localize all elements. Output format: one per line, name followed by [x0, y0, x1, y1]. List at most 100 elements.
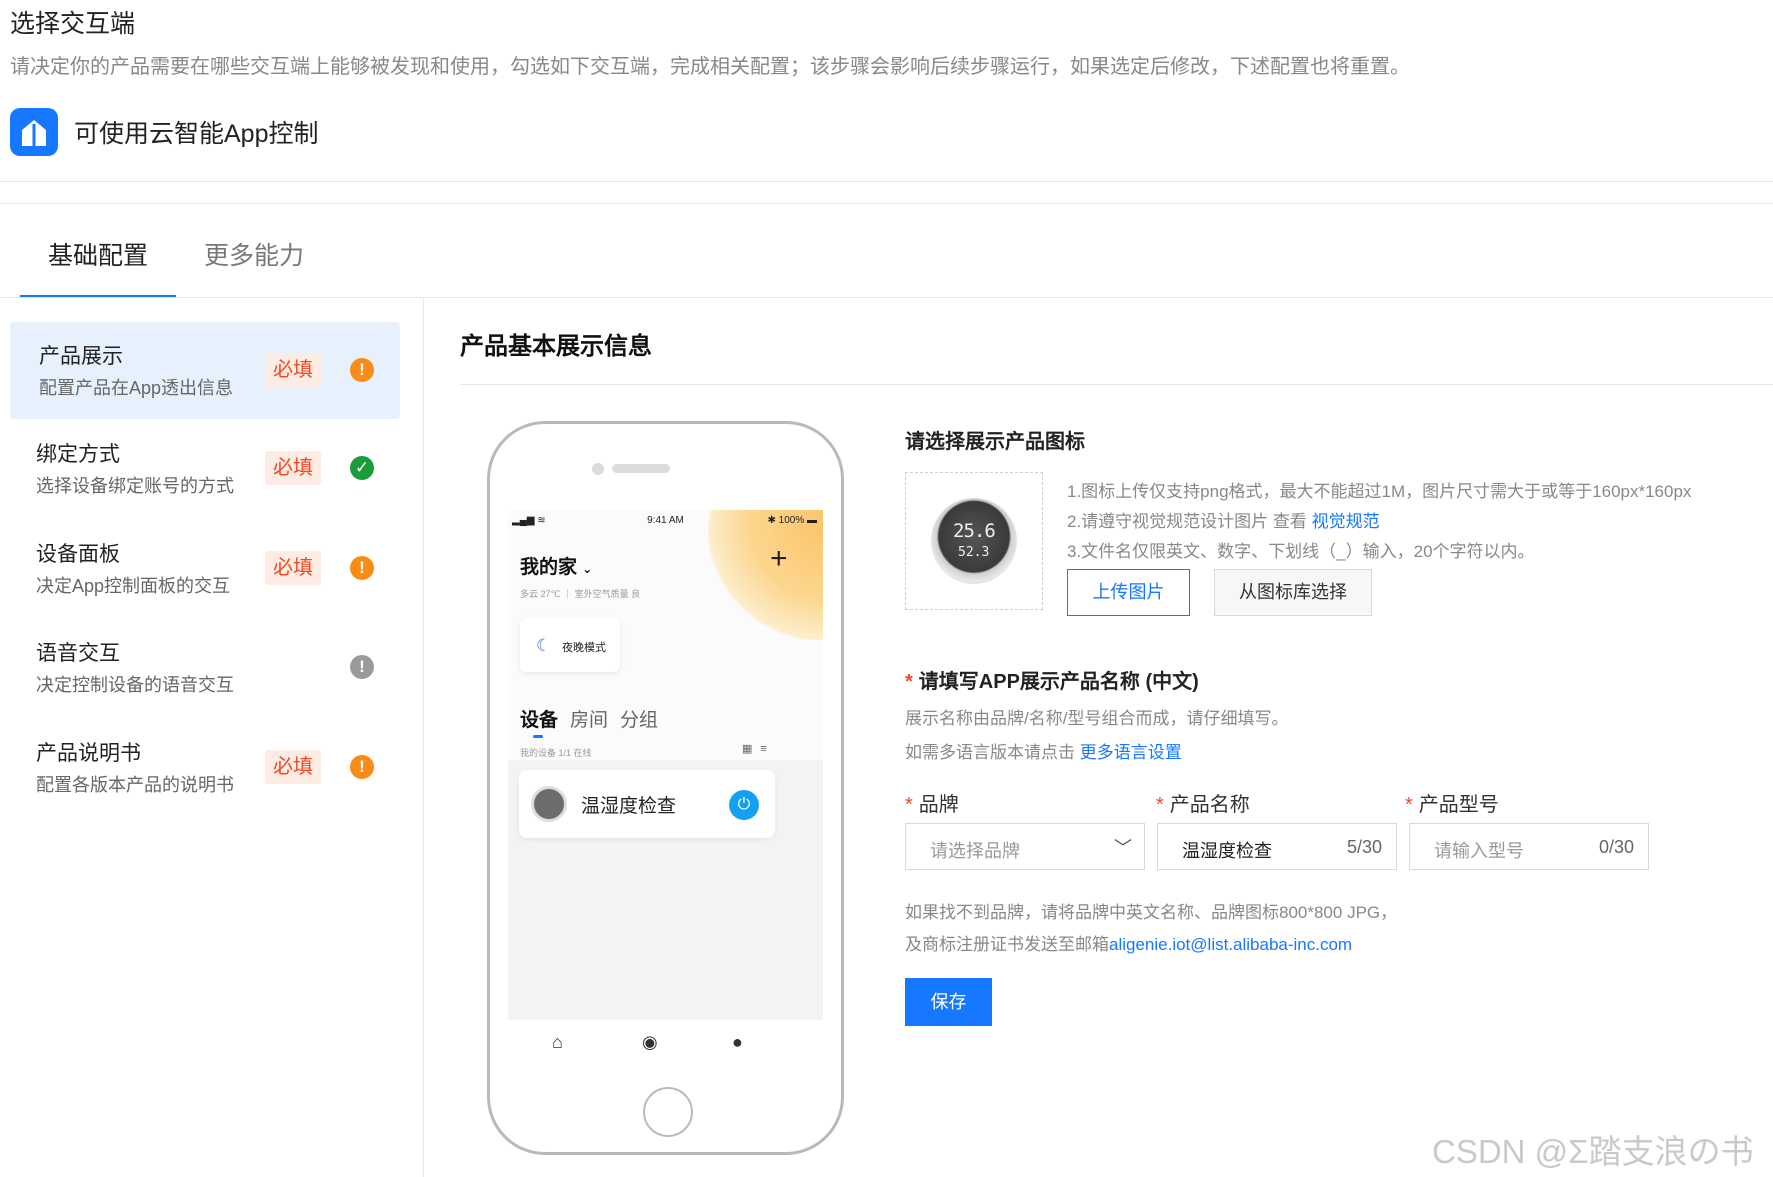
weather-text: 多云 27℃ ｜ 室外空气质量 良 — [520, 589, 641, 599]
scene-card: ☾ 夜晚模式 — [520, 618, 620, 672]
sidebar-item-product-display[interactable]: 产品展示 配置产品在App透出信息 必填 ! — [10, 322, 400, 419]
divider — [0, 181, 1773, 182]
char-counter: 0/30 — [1598, 837, 1634, 857]
brand-help-1: 如果找不到品牌，请将品牌中英文名称、品牌图标800*800 JPG， — [905, 903, 1398, 922]
info-gray-icon: ! — [350, 655, 374, 679]
battery-text: 100% — [778, 515, 805, 526]
chevron-down-icon: ﹀ — [1114, 838, 1132, 858]
sidebar-divider — [423, 298, 424, 1177]
required-asterisk: * — [905, 671, 913, 693]
house-icon — [10, 108, 58, 156]
product-name-value: 温湿度检查 — [1182, 841, 1272, 861]
required-asterisk: * — [1156, 794, 1164, 816]
gauge-humidity: 52.3 — [958, 545, 990, 560]
status-bar: ▂▄▆ ≋ 9:41 AM ✱ 100% ▬ — [508, 513, 823, 529]
warning-icon: ! — [350, 755, 374, 779]
phone-preview: ▂▄▆ ≋ 9:41 AM ✱ 100% ▬ 我的家 ⌄ 多云 27℃ ｜ 室外… — [487, 421, 844, 1155]
warning-icon: ! — [350, 556, 374, 580]
tab-basic-config[interactable]: 基础配置 — [20, 226, 177, 298]
visual-guideline-link[interactable]: 视觉规范 — [1312, 512, 1380, 531]
watermark: CSDN @Σ踏支浪の书 — [1432, 1133, 1754, 1170]
divider — [0, 297, 1773, 298]
name-section-title: * 请填写APP展示产品名称 (中文) — [905, 665, 1199, 694]
brand-help-2: 及商标注册证书发送至邮箱aligenie.iot@list.alibaba-in… — [905, 930, 1352, 955]
model-label: * 产品型号 — [1405, 788, 1499, 817]
choose-from-library-button[interactable]: 从图标库选择 — [1214, 569, 1372, 616]
power-icon: ⏻ — [729, 790, 759, 820]
device-name: 温湿度检查 — [581, 796, 677, 817]
char-counter: 5/30 — [1346, 837, 1382, 857]
sidebar-item-voice[interactable]: 语音交互 决定控制设备的语音交互 ! — [10, 619, 400, 716]
home-name: 我的家 ⌄ — [520, 552, 592, 579]
device-tab: 分组 — [620, 710, 659, 731]
chevron-down-icon: ⌄ — [582, 562, 593, 576]
device-count: 我的设备 1/1 在线 — [520, 748, 592, 758]
sidebar-item-subtitle: 配置各版本产品的说明书 — [36, 775, 234, 795]
sidebar-item-title: 设备面板 — [36, 543, 120, 566]
required-tag: 必填 — [265, 353, 321, 387]
icon-rule-2: 2.请遵守视觉规范设计图片 查看 视觉规范 — [1067, 507, 1380, 532]
phone-screen: ▂▄▆ ≋ 9:41 AM ✱ 100% ▬ 我的家 ⌄ 多云 27℃ ｜ 室外… — [508, 510, 823, 1071]
page-title: 选择交互端 — [10, 10, 136, 38]
product-icon-preview: 25.6 52.3 — [905, 472, 1043, 610]
icon-rule-1: 1.图标上传仅支持png格式，最大不能超过1M，图片尺寸需大于或等于160px*… — [1067, 482, 1692, 501]
product-name-input[interactable]: 温湿度检查 5/30 — [1157, 823, 1397, 870]
product-name-label-text: 产品名称 — [1169, 794, 1250, 816]
sidebar-item-subtitle: 配置产品在App透出信息 — [39, 378, 234, 398]
model-label-text: 产品型号 — [1418, 794, 1499, 816]
tab-more-capabilities[interactable]: 更多能力 — [176, 226, 332, 298]
upload-image-button[interactable]: 上传图片 — [1067, 569, 1190, 616]
discover-nav-icon: ◉ — [642, 1032, 658, 1052]
bottom-nav: ⌂ ◉ ● — [508, 1020, 823, 1071]
divider — [0, 203, 1773, 204]
brand-select[interactable]: 请选择品牌 ﹀ — [905, 823, 1145, 870]
sidebar-item-device-panel[interactable]: 设备面板 决定App控制面板的交互 必填 ! — [10, 520, 400, 617]
model-input[interactable]: 请输入型号 0/30 — [1409, 823, 1649, 870]
sidebar-item-subtitle: 决定App控制面板的交互 — [36, 576, 231, 596]
device-card: 温湿度检查 ⏻ — [519, 770, 775, 838]
device-tab: 设备 — [520, 705, 558, 738]
phone-home-button — [643, 1087, 693, 1137]
sidebar-item-binding[interactable]: 绑定方式 选择设备绑定账号的方式 必填 ✓ — [10, 420, 400, 517]
model-placeholder: 请输入型号 — [1434, 841, 1524, 861]
required-tag: 必填 — [265, 551, 321, 585]
brand-label: * 品牌 — [905, 788, 959, 817]
view-toggle-icon: ▦≡ — [742, 743, 775, 755]
sidebar-item-title: 语音交互 — [36, 642, 120, 665]
divider — [460, 384, 1773, 385]
email-link[interactable]: aligenie.iot@list.alibaba-inc.com — [1109, 935, 1352, 954]
config-tabs: 基础配置 更多能力 — [20, 226, 332, 298]
name-hint-1: 展示名称由品牌/名称/型号组合而成，请仔细填写。 — [905, 709, 1289, 728]
save-button[interactable]: 保存 — [905, 978, 992, 1026]
home-name-text: 我的家 — [520, 557, 578, 578]
gauge-temperature: 25.6 — [953, 520, 996, 542]
interaction-endpoint-row[interactable]: 可使用云智能App控制 — [10, 108, 318, 156]
brand-help-2-text: 及商标注册证书发送至邮箱 — [905, 935, 1109, 954]
required-asterisk: * — [1405, 794, 1413, 816]
check-circle-icon: ✓ — [350, 456, 374, 480]
icon-section-title: 请选择展示产品图标 — [905, 431, 1085, 453]
scene-label: 夜晚模式 — [562, 642, 606, 654]
name-section-title-text: 请填写APP展示产品名称 (中文) — [918, 671, 1199, 693]
phone-speaker — [592, 463, 732, 475]
battery-indicator: ✱ 100% ▬ — [767, 515, 817, 526]
plus-icon: + — [770, 542, 788, 575]
required-tag: 必填 — [265, 451, 321, 485]
required-asterisk: * — [905, 794, 913, 816]
device-tab: 房间 — [570, 710, 609, 731]
page-description: 请决定你的产品需要在哪些交互端上能够被发现和使用，勾选如下交互端，完成相关配置；… — [10, 56, 1410, 78]
sidebar-item-title: 绑定方式 — [36, 443, 120, 466]
thermometer-icon: 25.6 52.3 — [931, 498, 1017, 584]
brand-label-text: 品牌 — [918, 794, 959, 816]
name-hint-2-text: 如需多语言版本请点击 — [905, 743, 1075, 762]
sidebar-item-manual[interactable]: 产品说明书 配置各版本产品的说明书 必填 ! — [10, 719, 400, 816]
moon-icon: ☾ — [536, 636, 552, 655]
more-language-settings-link[interactable]: 更多语言设置 — [1080, 743, 1182, 762]
sidebar-item-subtitle: 决定控制设备的语音交互 — [36, 675, 234, 695]
app-endpoint-label: 可使用云智能App控制 — [74, 120, 319, 148]
warning-icon: ! — [350, 358, 374, 382]
home-nav-icon: ⌂ — [552, 1032, 563, 1052]
brand-placeholder: 请选择品牌 — [930, 841, 1020, 861]
section-title: 产品基本展示信息 — [460, 333, 652, 360]
required-tag: 必填 — [265, 750, 321, 784]
